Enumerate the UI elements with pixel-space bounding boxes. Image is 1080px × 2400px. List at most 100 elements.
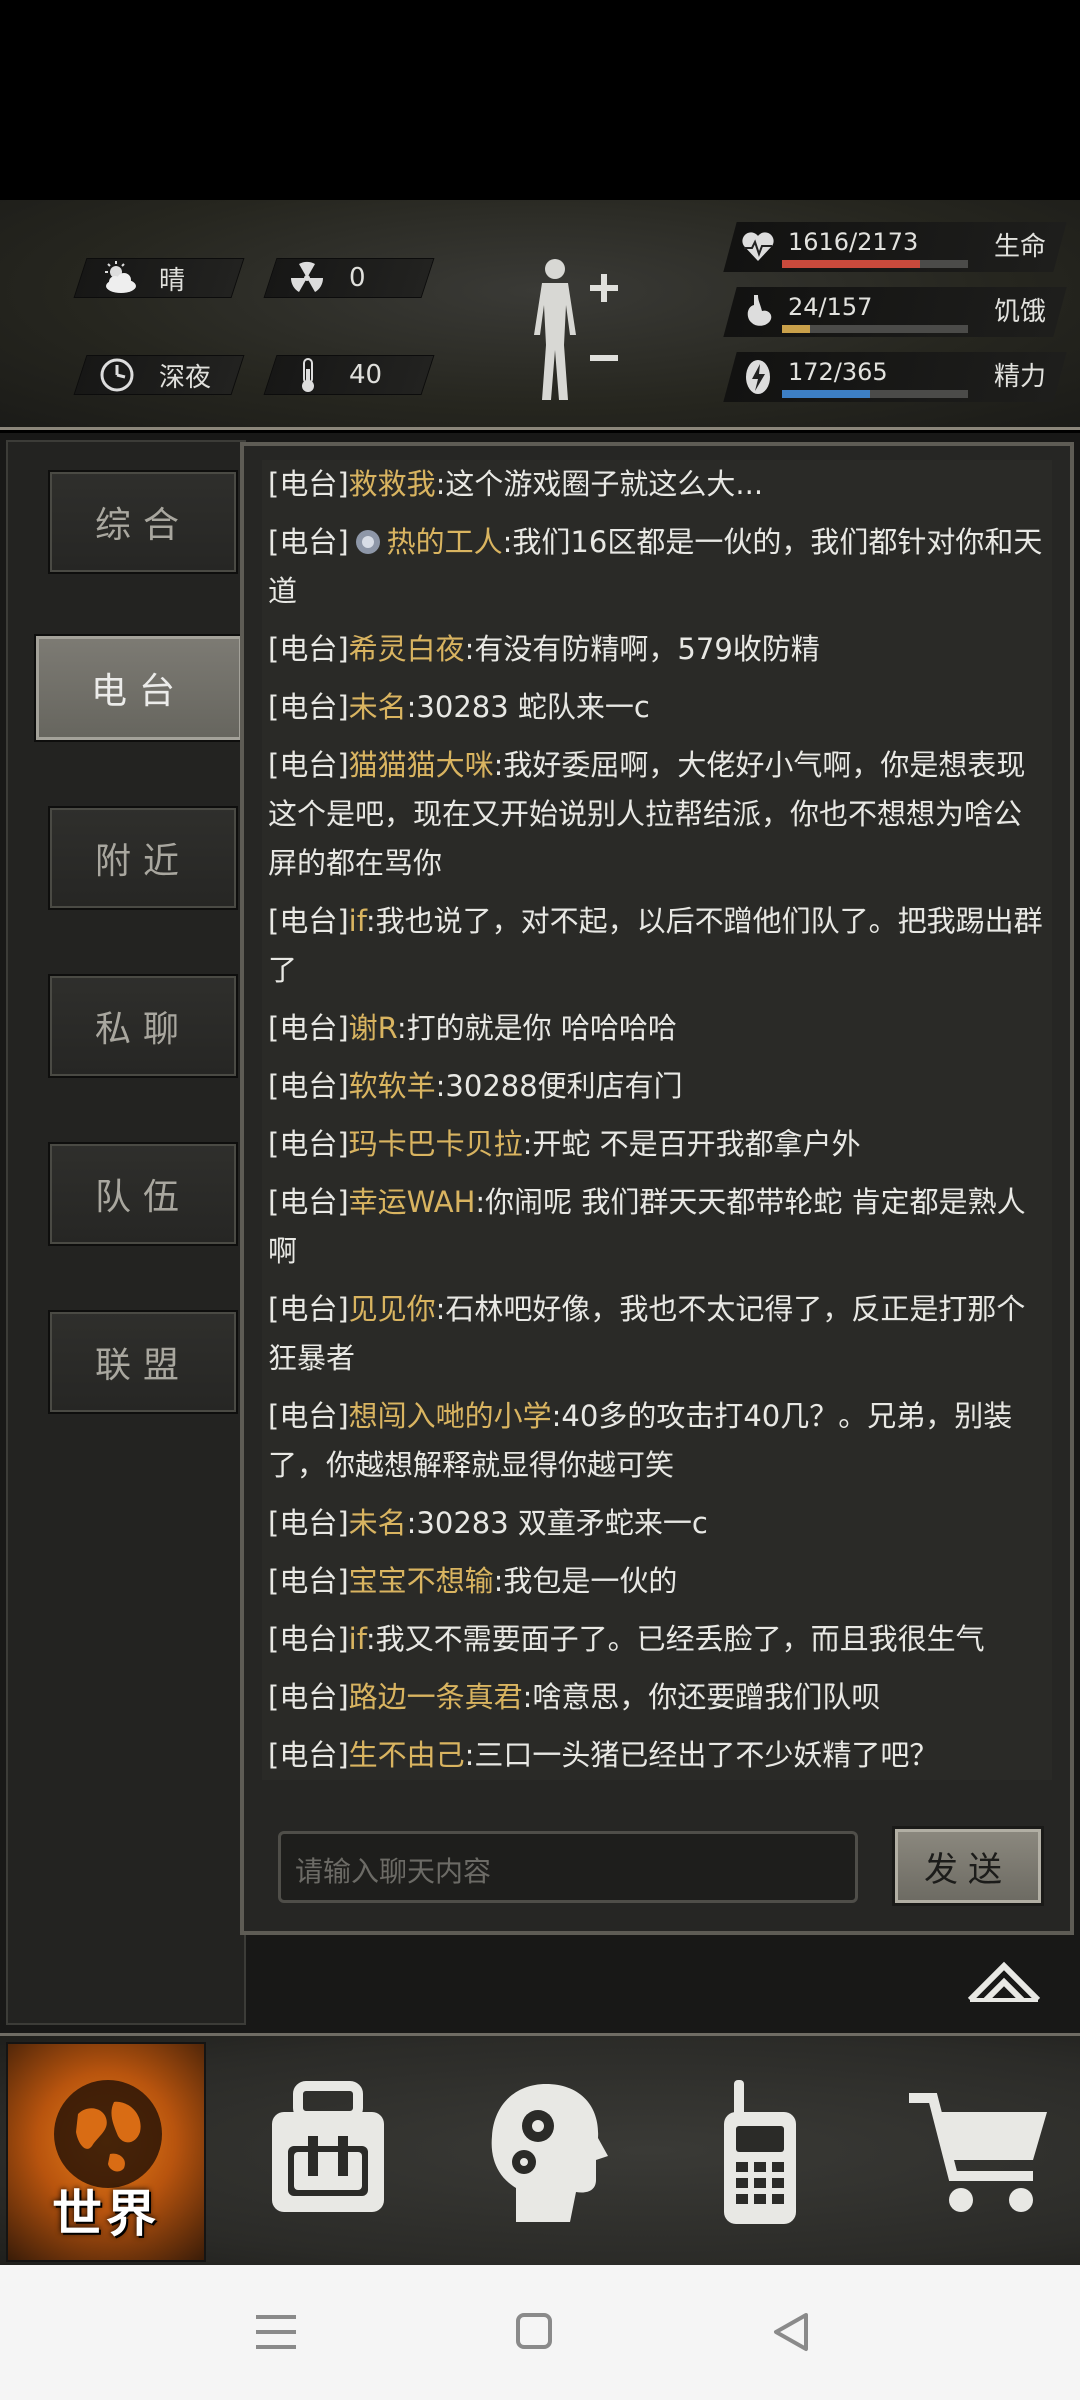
body-status-icon[interactable] [520, 255, 630, 405]
menu-icon[interactable] [246, 2305, 306, 2359]
message-sender[interactable]: 谢R [349, 1011, 397, 1045]
chat-message: [电台]救救我:这个游戏圈子就这么大... [262, 460, 1052, 509]
tab-3[interactable]: 私聊 [48, 974, 238, 1078]
temperature-chip: 40 [263, 355, 435, 395]
message-text: :这个游戏圈子就这么大... [435, 467, 764, 501]
message-channel: [电台] [268, 904, 349, 938]
message-text: :打的就是你 哈哈哈哈 [396, 1011, 677, 1045]
message-sender[interactable]: if [349, 904, 366, 938]
chat-message: [电台]见见你:石林吧好像，我也不太记得了，反正是打那个狂暴者 [262, 1285, 1052, 1383]
chat-message: [电台] 热的工人:我们16区都是一伙的，我们都针对你和天道 [262, 518, 1052, 616]
send-button[interactable]: 发送 [892, 1826, 1044, 1906]
player-badge-icon [355, 530, 380, 554]
message-sender[interactable]: if [349, 1622, 366, 1656]
collapse-up-icon[interactable] [964, 1950, 1044, 2010]
message-text: :有没有防精啊，579收防精 [464, 632, 820, 666]
chat-message: [电台]宝宝不想输:我包是一伙的 [262, 1557, 1052, 1606]
radiation-icon [290, 261, 324, 292]
hunger-label: 饥饿 [994, 297, 1047, 327]
message-channel: [电台] [268, 525, 349, 559]
energy-icon [746, 360, 770, 394]
message-text: :我又不需要面子了。已经丢脸了，而且我很生气 [365, 1622, 985, 1656]
health-value: 1616/2173 [788, 228, 919, 256]
tab-1[interactable]: 电台 [34, 634, 244, 742]
message-sender[interactable]: 宝宝不想输 [349, 1564, 494, 1598]
message-channel: [电台] [268, 467, 349, 501]
health-bar: 1616/2173 生命 [723, 222, 1067, 272]
world-tab[interactable]: 世界 [6, 2042, 206, 2262]
chat-input[interactable]: 请输入聊天内容 [278, 1831, 858, 1903]
chat-message: [电台]未名:30283 蛇队来一c [262, 683, 1052, 732]
status-header: 晴 0 深夜 40 1616/2173 生命 24/157 饥饿 172/365… [0, 200, 1080, 430]
message-sender[interactable]: 软软羊 [349, 1069, 436, 1103]
shopping-cart-icon[interactable] [905, 2076, 1055, 2226]
message-sender[interactable]: 玛卡巴卡贝拉 [349, 1127, 523, 1161]
message-sender[interactable]: 见见你 [349, 1292, 436, 1326]
chat-message: [电台]if:我又不需要面子了。已经丢脸了，而且我很生气 [262, 1615, 1052, 1664]
energy-bar: 172/365 精力 [723, 352, 1067, 402]
message-channel: [电台] [268, 632, 349, 666]
message-text: :30283 双童矛蛇来一c [406, 1506, 708, 1540]
chat-message: [电台]if:我也说了，对不起，以后不蹭他们队了。把我踢出群了 [262, 897, 1052, 995]
hunger-value: 24/157 [788, 293, 873, 321]
tab-5[interactable]: 联盟 [48, 1310, 238, 1414]
message-text: :啥意思，你还要蹭我们队呗 [522, 1680, 881, 1714]
chat-message: [电台]幸运WAH:你闹呢 我们群天天都带轮蛇 肯定都是熟人啊 [262, 1178, 1052, 1276]
message-channel: [电台] [268, 748, 349, 782]
stomach-icon [747, 295, 772, 326]
message-channel: [电台] [268, 1011, 349, 1045]
tab-2[interactable]: 附近 [48, 806, 238, 910]
system-nav-bar [0, 2265, 1080, 2400]
status-bar-area [0, 0, 1080, 200]
bottom-nav: 世界 [0, 2033, 1080, 2265]
clock-icon [100, 358, 134, 392]
chat-message: [电台]想闯入哋的小学:40多的攻击打40几？。兄弟，别装了，你越想解释就显得你… [262, 1392, 1052, 1490]
walkie-talkie-icon[interactable] [690, 2076, 830, 2226]
thermometer-icon [302, 358, 314, 392]
radiation-label: 0 [349, 263, 366, 293]
message-text: :我包是一伙的 [493, 1564, 678, 1598]
head-gears-icon[interactable] [476, 2076, 616, 2226]
backpack-icon[interactable] [258, 2076, 398, 2226]
message-sender[interactable]: 救救我 [349, 467, 436, 501]
message-sender[interactable]: 热的工人 [387, 525, 503, 559]
chat-message: [电台]猫猫猫大咪:我好委屈啊，大佬好小气啊，你是想表现这个是吧，现在又开始说别… [262, 741, 1052, 888]
health-fill [782, 260, 921, 268]
time-label: 深夜 [159, 362, 212, 393]
tab-4[interactable]: 队伍 [48, 1142, 238, 1246]
message-text: :我也说了，对不起，以后不蹭他们队了。把我踢出群了 [268, 904, 1043, 987]
chat-input-placeholder: 请输入聊天内容 [295, 1855, 492, 1888]
home-square-icon[interactable] [504, 2305, 564, 2359]
message-channel: [电台] [268, 1506, 349, 1540]
energy-label: 精力 [994, 362, 1047, 392]
message-sender[interactable]: 幸运WAH [349, 1185, 476, 1219]
message-channel: [电台] [268, 1292, 349, 1326]
energy-value: 172/365 [788, 358, 888, 386]
chat-panel: [电台]救救我:这个游戏圈子就这么大... [电台] 热的工人:我们16区都是一伙的… [240, 442, 1074, 1935]
message-sender[interactable]: 猫猫猫大咪 [349, 748, 494, 782]
message-sender[interactable]: 未名 [349, 690, 407, 724]
back-triangle-icon[interactable] [762, 2305, 822, 2359]
message-text: :30288便利店有门 [435, 1069, 683, 1103]
chat-message: [电台]未名:30283 双童矛蛇来一c [262, 1499, 1052, 1548]
chat-message: [电台]谢R:打的就是你 哈哈哈哈 [262, 1004, 1052, 1053]
message-channel: [电台] [268, 1622, 349, 1656]
chat-message: [电台]路边一条真君:啥意思，你还要蹭我们队呗 [262, 1673, 1052, 1722]
weather-chip: 晴 [73, 258, 245, 298]
message-text: :开蛇 不是百开我都拿户外 [522, 1127, 861, 1161]
message-list[interactable]: [电台]救救我:这个游戏圈子就这么大... [电台] 热的工人:我们16区都是一伙的… [262, 460, 1052, 1780]
weather-label: 晴 [159, 265, 186, 296]
health-label: 生命 [994, 232, 1047, 262]
message-sender[interactable]: 生不由己 [349, 1738, 465, 1772]
message-sender[interactable]: 希灵白夜 [349, 632, 465, 666]
message-sender[interactable]: 想闯入哋的小学 [349, 1399, 552, 1433]
chat-message: [电台]玛卡巴卡贝拉:开蛇 不是百开我都拿户外 [262, 1120, 1052, 1169]
message-sender[interactable]: 路边一条真君 [349, 1680, 523, 1714]
message-sender[interactable]: 未名 [349, 1506, 407, 1540]
hunger-bar: 24/157 饥饿 [723, 287, 1067, 337]
tab-0[interactable]: 综合 [48, 470, 238, 574]
message-channel: [电台] [268, 690, 349, 724]
message-channel: [电台] [268, 1399, 349, 1433]
heart-pulse-icon [742, 232, 774, 261]
world-label: 世界 [52, 2184, 160, 2243]
